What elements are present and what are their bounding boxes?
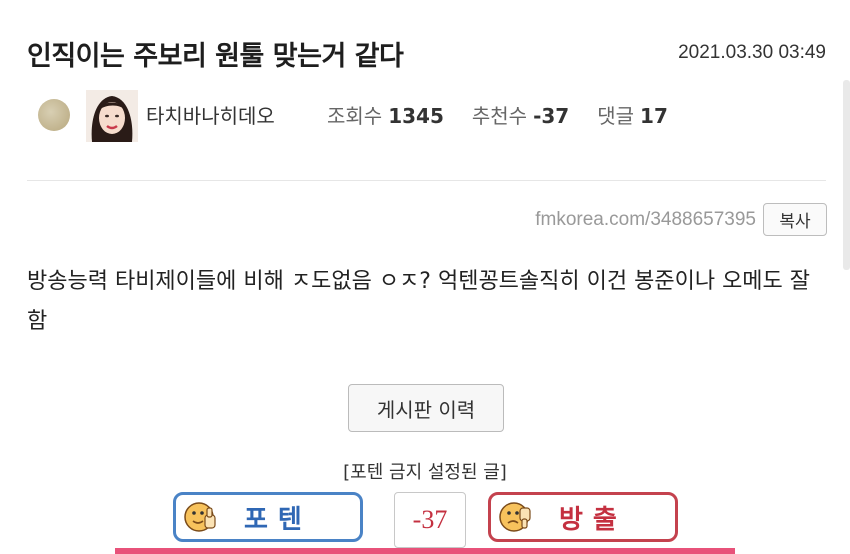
- views-label: 조회수: [327, 104, 383, 128]
- comments-count: 17: [640, 104, 668, 128]
- avatar[interactable]: [86, 90, 138, 142]
- post-url[interactable]: fmkorea.com/3488657395: [535, 209, 756, 231]
- potent-blocked-notice: [포텐 금지 설정된 글]: [343, 462, 507, 483]
- recommend-label: 추천수: [471, 104, 528, 128]
- recommend-count: -37: [533, 104, 570, 128]
- level-badge-icon: [38, 99, 70, 131]
- post-title: 인직이는 주보리 원툴 맞는거 같다: [27, 41, 404, 72]
- post-stats: 조회수 1345 추천수 -37 댓글 17: [327, 100, 668, 129]
- upvote-button[interactable]: 포텐: [173, 492, 363, 542]
- post-body: 방송능력 타비제이들에 비해 ㅈ도없음 ㅇㅈ? 억텐꽁트솔직히 이건 봉준이나 …: [27, 269, 811, 334]
- upvote-label: 포텐: [244, 504, 312, 535]
- header-divider: [27, 180, 826, 181]
- thumbs-down-face-icon: [499, 502, 531, 532]
- bottom-accent-bar: [115, 548, 735, 554]
- views-count: 1345: [388, 104, 444, 128]
- copy-url-button[interactable]: 복사: [763, 203, 827, 236]
- thumbs-up-face-icon: [184, 502, 216, 532]
- author-name[interactable]: 타치바나히데오: [146, 100, 275, 129]
- comments-label: 댓글: [597, 104, 635, 128]
- views-stat: 조회수 1345: [327, 100, 444, 129]
- vote-score: -37: [394, 492, 466, 548]
- recommend-stat: 추천수 -37: [472, 100, 569, 129]
- avatar-image: [86, 90, 138, 142]
- board-history-button[interactable]: 게시판 이력: [348, 384, 504, 432]
- comments-stat[interactable]: 댓글 17: [597, 100, 668, 129]
- post-date: 2021.03.30 03:49: [678, 42, 826, 63]
- downvote-label: 방출: [559, 504, 627, 535]
- scrollbar[interactable]: [843, 80, 850, 270]
- downvote-button[interactable]: 방출: [488, 492, 678, 542]
